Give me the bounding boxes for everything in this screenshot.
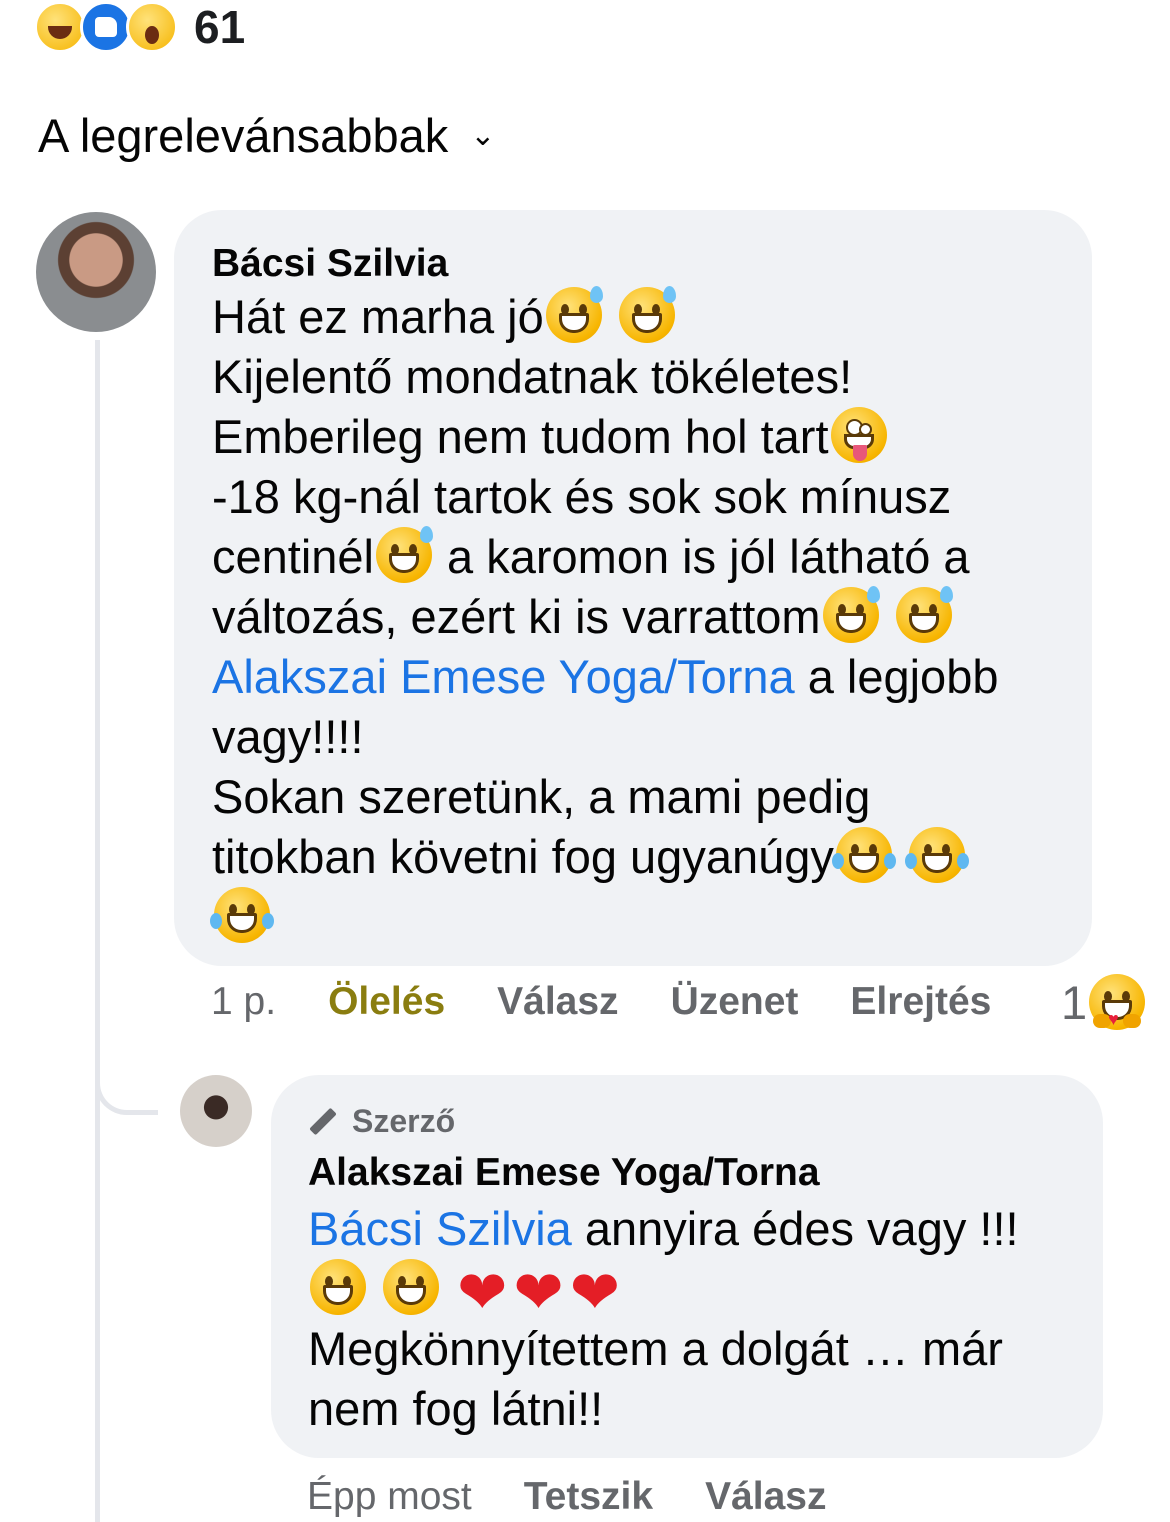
grinning-emoji-icon bbox=[383, 1259, 440, 1315]
reply-actions: Épp most Tetszik Válasz bbox=[307, 1475, 879, 1519]
author-badge: Szerző bbox=[308, 1103, 455, 1140]
red-heart-icon: ❤ bbox=[457, 1258, 508, 1328]
tears-of-joy-emoji-icon bbox=[904, 827, 969, 883]
comment-timestamp[interactable]: 1 p. bbox=[211, 980, 276, 1024]
reply-text: Bácsi Szilvia annyira édes vagy !!! ❤ ❤ ❤ … bbox=[308, 1202, 1019, 1435]
grinning-sweat-emoji-icon bbox=[618, 286, 676, 343]
reply-bubble: Szerző Alakszai Emese Yoga/Torna Bácsi S… bbox=[271, 1075, 1103, 1458]
reply-author[interactable]: Alakszai Emese Yoga/Torna bbox=[308, 1151, 820, 1195]
grinning-sweat-emoji-icon bbox=[895, 586, 953, 643]
reaction-summary[interactable]: 61 bbox=[34, 1, 246, 53]
red-heart-icon: ❤ bbox=[513, 1258, 564, 1328]
chevron-down-icon: ⌄ bbox=[470, 119, 496, 152]
like-button[interactable]: Tetszik bbox=[524, 1475, 653, 1519]
avatar[interactable] bbox=[36, 212, 156, 332]
message-button[interactable]: Üzenet bbox=[671, 980, 799, 1024]
red-heart-icon: ❤ bbox=[569, 1258, 620, 1328]
wow-icon bbox=[126, 1, 178, 53]
reaction-count: 61 bbox=[194, 1, 246, 53]
comment-reaction-count[interactable]: 1 ♥ bbox=[1061, 974, 1147, 1030]
haha-icon bbox=[34, 1, 86, 53]
mention-link[interactable]: Alakszai Emese Yoga/Torna bbox=[212, 650, 795, 703]
reply-button[interactable]: Válasz bbox=[497, 980, 618, 1024]
hide-button[interactable]: Elrejtés bbox=[850, 980, 991, 1024]
grinning-sweat-emoji-icon bbox=[376, 526, 433, 583]
comment-author[interactable]: Bácsi Szilvia bbox=[212, 242, 448, 286]
reply-button[interactable]: Válasz bbox=[705, 1475, 826, 1519]
thread-connector bbox=[95, 1040, 158, 1115]
comment-text: Hát ez marha jó Kijelentő mondatnak töké… bbox=[210, 286, 1082, 947]
thread-line bbox=[95, 340, 100, 1522]
tears-of-joy-emoji-icon bbox=[210, 887, 274, 943]
sort-label: A legrelevánsabbak bbox=[38, 109, 449, 162]
avatar[interactable] bbox=[180, 1075, 252, 1147]
hug-button[interactable]: Ölelés bbox=[328, 980, 445, 1024]
comment-actions: 1 p. Ölelés Válasz Üzenet Elrejtés bbox=[211, 980, 1043, 1024]
grinning-emoji-icon bbox=[310, 1259, 366, 1315]
hugging-face-emoji-icon: ♥ bbox=[1089, 974, 1146, 1030]
zany-face-emoji-icon bbox=[830, 407, 887, 463]
tears-of-joy-emoji-icon bbox=[831, 827, 896, 883]
pencil-icon bbox=[309, 1107, 337, 1136]
reply-timestamp[interactable]: Épp most bbox=[307, 1475, 472, 1519]
grinning-sweat-emoji-icon bbox=[545, 286, 603, 343]
like-icon bbox=[80, 1, 132, 53]
grinning-sweat-emoji-icon bbox=[822, 586, 880, 643]
mention-link[interactable]: Bácsi Szilvia bbox=[308, 1202, 572, 1255]
comment-bubble: Bácsi Szilvia Hát ez marha jó Kijelentő … bbox=[174, 210, 1092, 966]
comment-sort-dropdown[interactable]: A legrelevánsabbak ⌄ bbox=[38, 108, 495, 163]
